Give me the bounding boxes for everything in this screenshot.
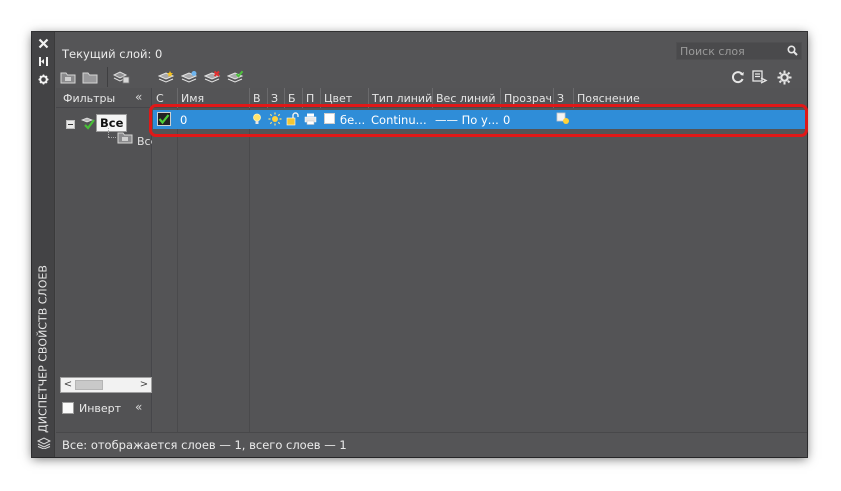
color-swatch [324,113,335,124]
tree-item-all-used[interactable]: Все используемые слои [137,135,152,148]
invert-filter-checkbox[interactable] [62,402,74,414]
layer-color-cell[interactable]: бе... [323,110,368,129]
filters-title: Фильтры [63,92,116,105]
column-header-transparency[interactable]: Прозрачность [500,88,553,108]
layer-lineweight[interactable]: —— По у... [435,110,499,129]
invert-filter-row: Инверт « [61,399,151,417]
layer-properties-manager-palette: ДИСПЕТЧЕР СВОЙСТВ СЛОЕВ Текущий слой: 0 [32,32,807,457]
column-header-name[interactable]: Имя [177,88,249,108]
palette-titlebar[interactable]: ДИСПЕТЧЕР СВОЙСТВ СЛОЕВ [32,32,55,457]
unlocked-padlock-icon[interactable] [286,110,302,129]
collapse-filters-button[interactable]: « [135,91,142,103]
scroll-left-arrow-icon[interactable]: < [62,379,74,391]
new-vp-freeze-icon[interactable] [556,110,572,129]
toolbar-separator [107,67,108,87]
tree-item-clip: Все используемые слои [56,128,152,148]
layer-linetype[interactable]: Continu... [371,110,431,129]
current-layer-status-icon [157,112,171,126]
column-header-freeze[interactable]: З [267,88,284,108]
layer-color-name: бе... [340,113,366,127]
properties-icon[interactable] [38,74,49,85]
layers-list-header: С Имя В З Б П Цвет Тип линий Вес линий П… [153,88,807,108]
column-header-linetype[interactable]: Тип линий [368,88,432,108]
refresh-icon[interactable] [730,69,746,85]
column-header-color[interactable]: Цвет [320,88,368,108]
column-header-new-vp-freeze[interactable]: З [553,88,573,108]
layer-name[interactable]: 0 [180,110,246,129]
printer-icon[interactable] [304,110,320,129]
column-header-lineweight[interactable]: Вес линий [432,88,500,108]
filters-header: Фильтры « [56,88,152,108]
status-text: Все: отображается слоев — 1, всего слоев… [62,438,347,452]
layer-states-manager-icon[interactable] [112,69,130,85]
lightbulb-on-icon[interactable] [252,110,266,129]
layer-transparency[interactable]: 0 [503,110,551,129]
filters-horizontal-scrollbar[interactable]: < > [60,377,152,393]
delete-layer-icon[interactable] [203,69,221,85]
invert-filter-label: Инверт [79,402,122,415]
column-header-description[interactable]: Пояснение [573,88,807,108]
sun-thawed-icon[interactable] [268,110,284,129]
new-property-filter-icon[interactable] [59,69,77,85]
scroll-thumb[interactable] [75,380,103,390]
layer-row[interactable]: 0 бе... Continu... —— По у... 0 [153,110,805,129]
column-header-plot[interactable]: П [302,88,320,108]
palette-vertical-title: ДИСПЕТЧЕР СВОЙСТВ СЛОЕВ [36,265,50,433]
new-layer-vp-frozen-icon[interactable] [180,69,198,85]
new-layer-icon[interactable] [157,69,175,85]
search-icon[interactable] [787,45,798,59]
column-header-on[interactable]: В [249,88,267,108]
column-header-lock[interactable]: Б [284,88,302,108]
layer-description[interactable] [576,110,804,129]
current-layer-label: Текущий слой: 0 [62,47,163,61]
status-bar: Все: отображается слоев — 1, всего слоев… [56,432,807,457]
layer-search-input[interactable] [677,43,787,59]
column-divider [249,108,250,453]
collapse-tree-button[interactable]: « [135,401,142,413]
column-header-current[interactable]: С [153,88,177,108]
set-current-icon[interactable] [226,69,244,85]
close-icon[interactable] [38,38,49,49]
layer-settings-icon[interactable] [752,69,768,85]
layers-icon [36,437,52,452]
scroll-right-arrow-icon[interactable]: > [138,379,150,391]
autohide-icon[interactable] [38,56,49,67]
filters-panel: Фильтры « Все Все используемые слои < > … [56,88,152,453]
layer-search-box[interactable] [676,42,802,60]
new-group-filter-icon[interactable] [81,69,99,85]
column-divider [177,108,178,453]
settings-gear-icon[interactable] [776,69,792,85]
layers-list: С Имя В З Б П Цвет Тип линий Вес линий П… [153,88,807,453]
